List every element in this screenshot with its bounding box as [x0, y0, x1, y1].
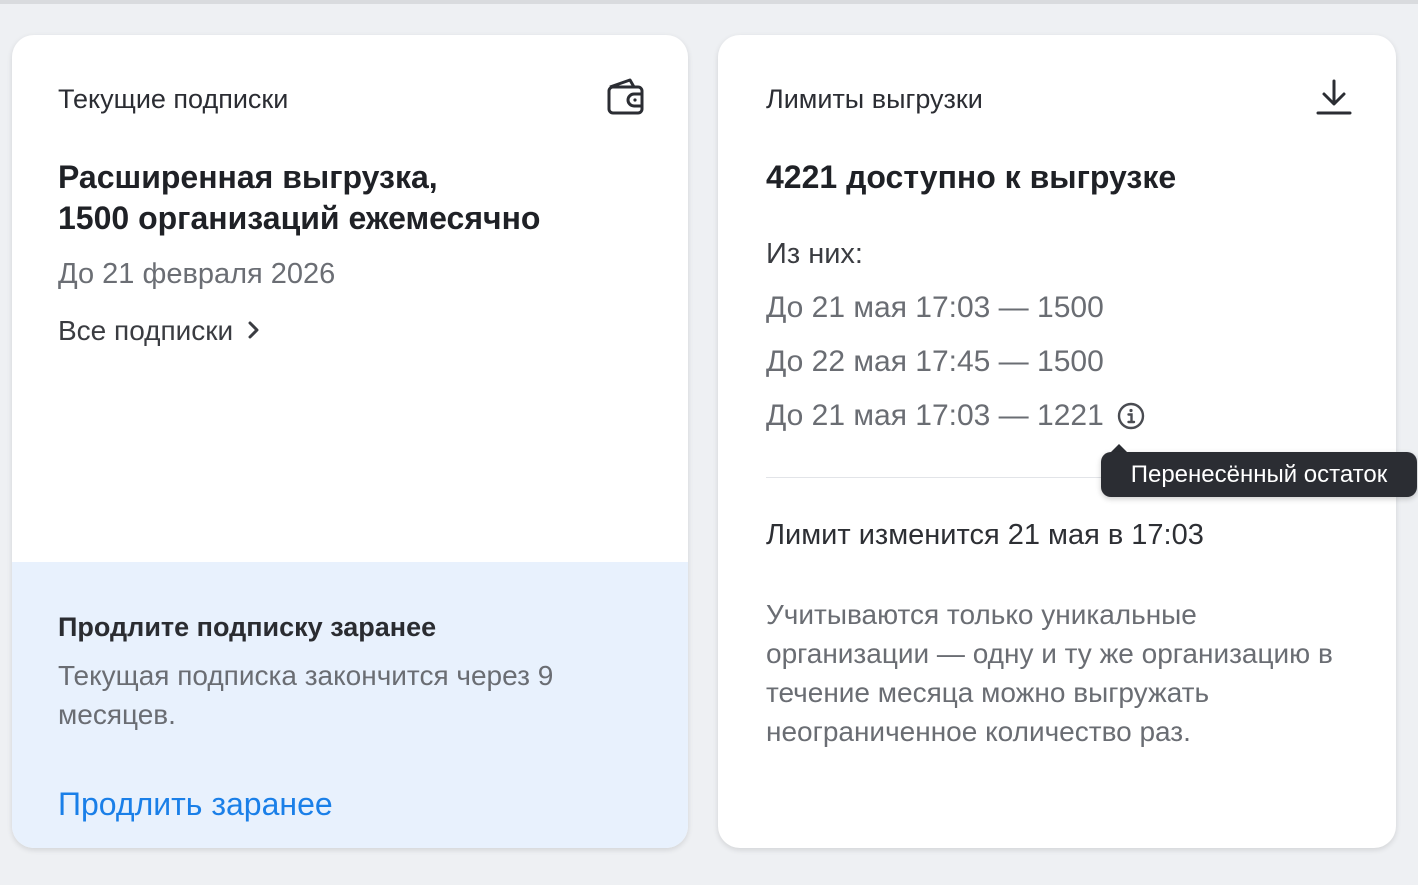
promo-title: Продлите подписку заранее	[58, 612, 437, 642]
limit-change-date: Лимит изменится 21 мая в 17:03	[766, 519, 1204, 551]
limit-row: До 21 мая 17:03 — 1500	[766, 291, 1104, 325]
limits-card: Лимиты выгрузки 4221 доступно к выгрузке…	[718, 35, 1396, 848]
of-them-label: Из них:	[766, 238, 863, 270]
subscriptions-title: Текущие подписки	[58, 84, 289, 114]
all-subscriptions-link[interactable]: Все подписки	[58, 315, 261, 347]
limits-title: Лимиты выгрузки	[766, 84, 983, 114]
chevron-right-icon	[247, 315, 261, 347]
renew-promo: Продлите подписку заранее Текущая подпис…	[12, 562, 688, 848]
download-icon[interactable]	[1310, 73, 1358, 121]
available-count: 4221 доступно к выгрузке	[766, 159, 1177, 195]
limit-row-text: До 21 мая 17:03 — 1500	[766, 291, 1104, 324]
carried-over-tooltip: Перенесённый остаток	[1101, 452, 1417, 497]
renew-early-link[interactable]: Продлить заранее	[58, 786, 333, 823]
wallet-icon[interactable]	[602, 73, 650, 121]
subscriptions-card: Текущие подписки Расширенная выгрузка, 1…	[12, 35, 688, 848]
plan-name-line2: 1500 организаций ежемесячно	[58, 200, 541, 236]
info-icon[interactable]	[1116, 401, 1146, 431]
limit-row-text: До 21 мая 17:03 — 1221	[766, 399, 1104, 432]
limit-row: До 21 мая 17:03 — 1221	[766, 399, 1146, 433]
all-subscriptions-label: Все подписки	[58, 315, 234, 346]
plan-valid-until: До 21 февраля 2026	[58, 258, 336, 290]
plan-name-line1: Расширенная выгрузка,	[58, 159, 438, 195]
promo-text: Текущая подписка закончится через 9 меся…	[58, 660, 554, 730]
unique-orgs-note: Учитываются только уникальные организаци…	[766, 599, 1333, 747]
limit-row-text: До 22 мая 17:45 — 1500	[766, 345, 1104, 378]
top-divider	[0, 0, 1418, 4]
limit-row: До 22 мая 17:45 — 1500	[766, 345, 1104, 379]
